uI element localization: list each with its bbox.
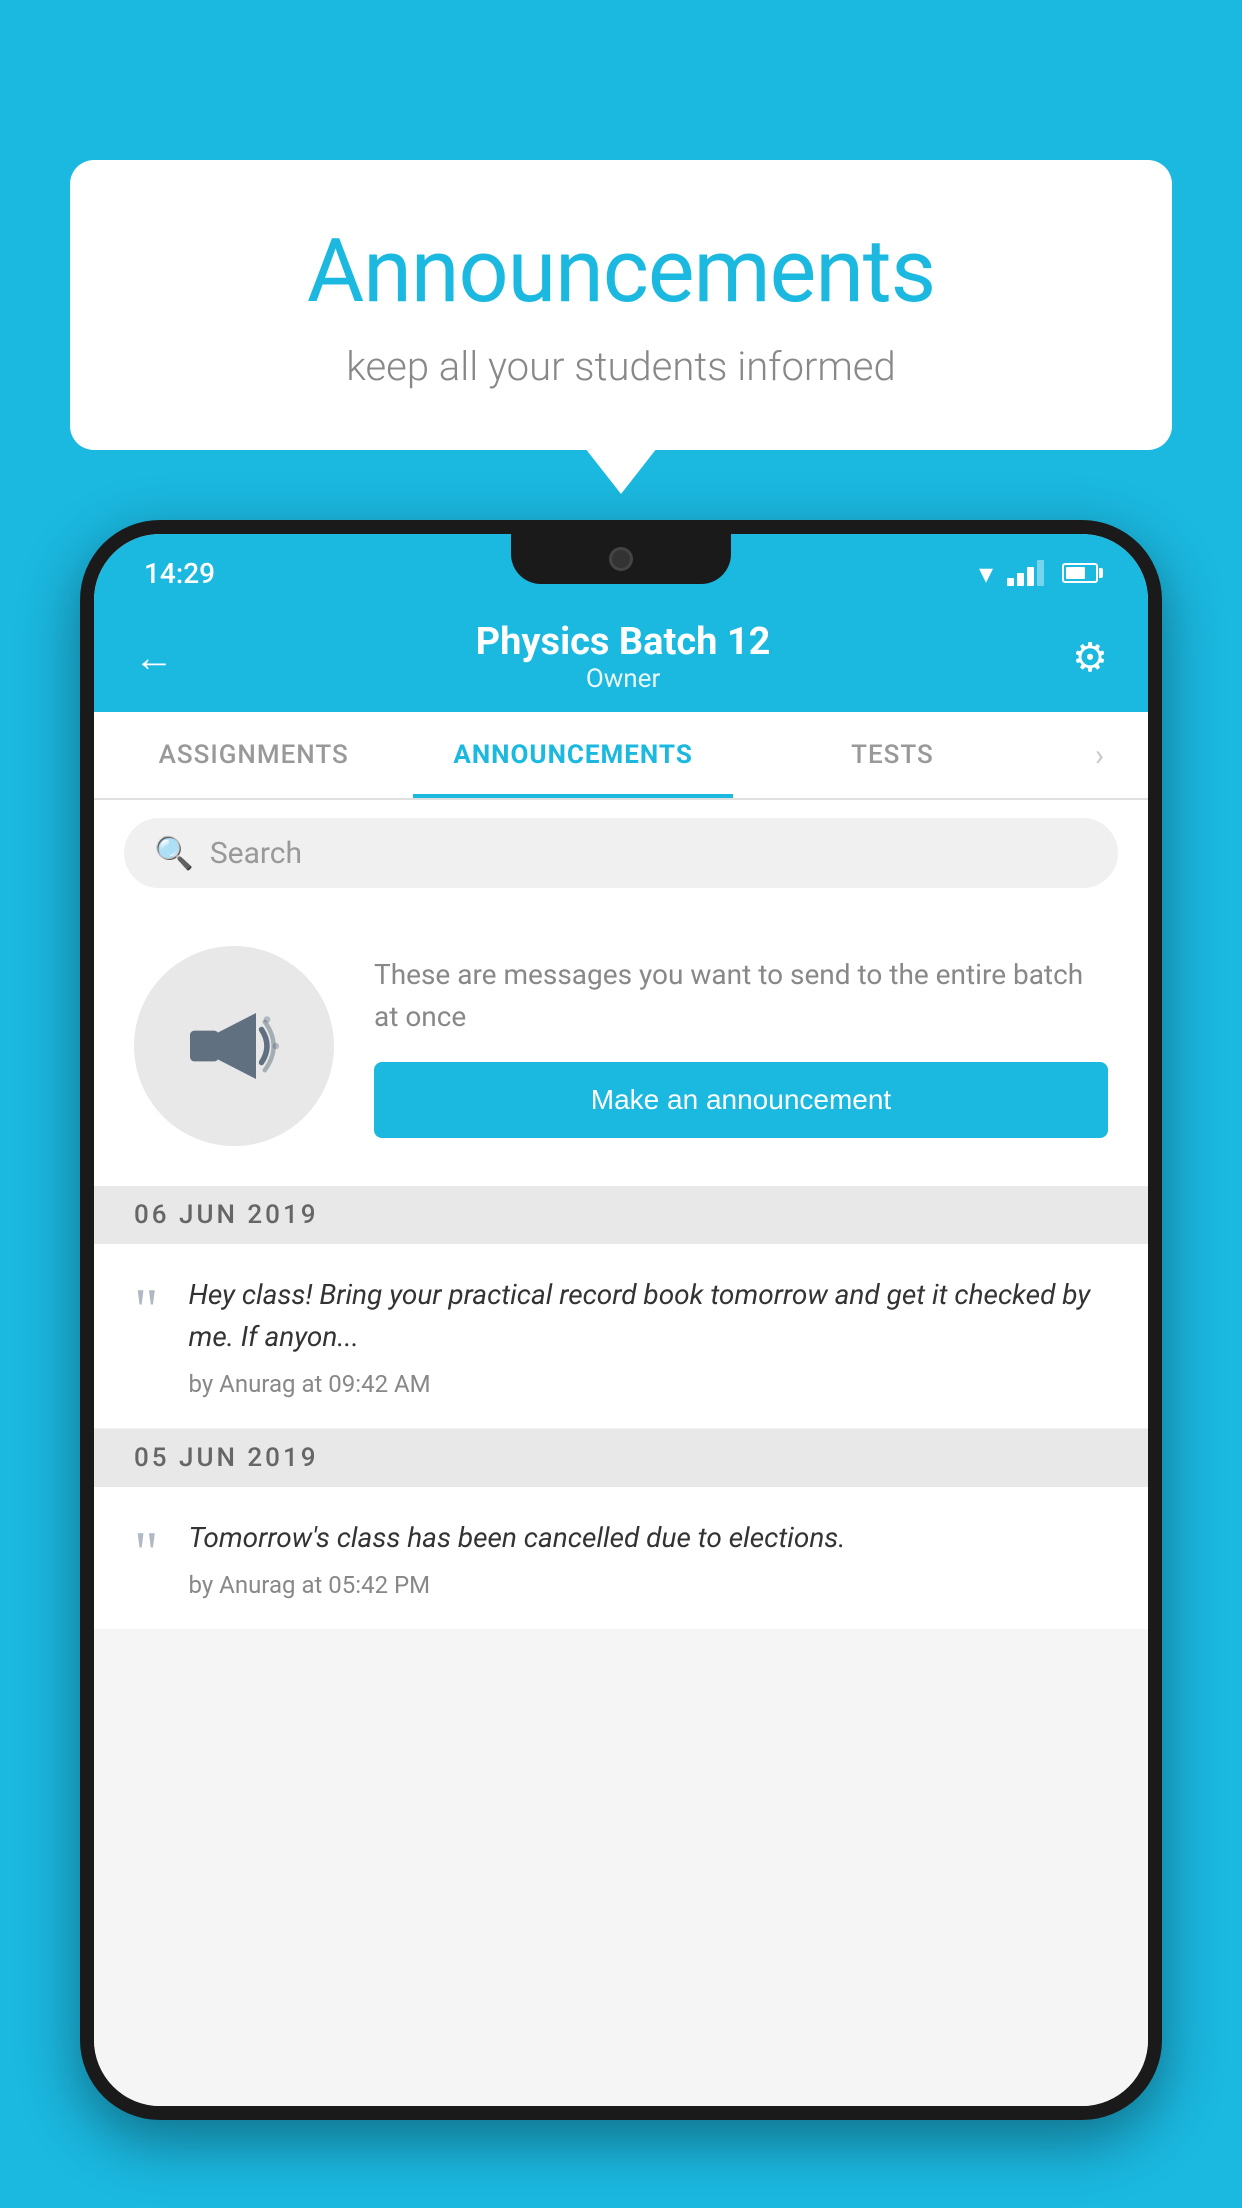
make-announcement-button[interactable]: Make an announcement: [374, 1062, 1108, 1138]
promo-card: These are messages you want to send to t…: [94, 906, 1148, 1186]
status-icons: ▾: [979, 557, 1098, 590]
tabs-container: ASSIGNMENTS ANNOUNCEMENTS TESTS ›: [94, 712, 1148, 800]
megaphone-icon: [179, 991, 289, 1101]
tab-more[interactable]: ›: [1052, 712, 1148, 798]
announcement-text-2: Tomorrow's class has been cancelled due …: [189, 1517, 1109, 1559]
signal-bars-icon: [1007, 560, 1044, 586]
promo-description: These are messages you want to send to t…: [374, 954, 1108, 1038]
quote-icon-2: ": [134, 1523, 159, 1583]
tab-announcements[interactable]: ANNOUNCEMENTS: [413, 712, 732, 798]
announcement-meta-2: by Anurag at 05:42 PM: [189, 1571, 1109, 1599]
phone-outer: 14:29 ▾ ← Phys: [80, 520, 1162, 2120]
promo-right: These are messages you want to send to t…: [374, 954, 1108, 1138]
batch-title: Physics Batch 12: [476, 620, 771, 664]
announcement-meta-1: by Anurag at 09:42 AM: [189, 1370, 1109, 1398]
bubble-subtitle: keep all your students informed: [150, 343, 1092, 390]
announcement-item-1[interactable]: " Hey class! Bring your practical record…: [94, 1244, 1148, 1429]
date-separator-2: 05 JUN 2019: [94, 1429, 1148, 1487]
battery-icon: [1062, 563, 1098, 583]
phone-notch: [511, 534, 731, 584]
back-button[interactable]: ←: [134, 634, 174, 681]
speech-bubble-card: Announcements keep all your students inf…: [70, 160, 1172, 450]
date-separator-1: 06 JUN 2019: [94, 1186, 1148, 1244]
speech-bubble-section: Announcements keep all your students inf…: [70, 160, 1172, 450]
search-placeholder: Search: [210, 836, 302, 871]
bubble-title: Announcements: [150, 220, 1092, 323]
header-center: Physics Batch 12 Owner: [476, 620, 771, 694]
wifi-icon: ▾: [979, 557, 993, 590]
announcement-content-1: Hey class! Bring your practical record b…: [189, 1274, 1109, 1398]
tab-assignments[interactable]: ASSIGNMENTS: [94, 712, 413, 798]
promo-icon-circle: [134, 946, 334, 1146]
tab-tests[interactable]: TESTS: [733, 712, 1052, 798]
announcement-text-1: Hey class! Bring your practical record b…: [189, 1274, 1109, 1358]
settings-button[interactable]: ⚙: [1072, 634, 1108, 681]
phone-camera: [609, 547, 633, 571]
search-icon: 🔍: [154, 834, 194, 872]
signal-bar-1: [1007, 578, 1014, 586]
app-header: ← Physics Batch 12 Owner ⚙: [94, 602, 1148, 712]
batch-role: Owner: [476, 664, 771, 694]
signal-bar-3: [1027, 567, 1034, 586]
search-bar-container: 🔍 Search: [94, 800, 1148, 906]
signal-bar-2: [1017, 573, 1024, 586]
battery-fill: [1066, 567, 1085, 579]
screen-content: 🔍 Search: [94, 800, 1148, 2106]
quote-icon-1: ": [134, 1280, 159, 1340]
announcement-content-2: Tomorrow's class has been cancelled due …: [189, 1517, 1109, 1599]
phone-screen: 14:29 ▾ ← Phys: [94, 534, 1148, 2106]
phone-mockup: 14:29 ▾ ← Phys: [80, 520, 1162, 2208]
announcement-item-2[interactable]: " Tomorrow's class has been cancelled du…: [94, 1487, 1148, 1629]
search-bar[interactable]: 🔍 Search: [124, 818, 1118, 888]
signal-bar-4: [1037, 560, 1044, 586]
status-time: 14:29: [144, 557, 215, 590]
